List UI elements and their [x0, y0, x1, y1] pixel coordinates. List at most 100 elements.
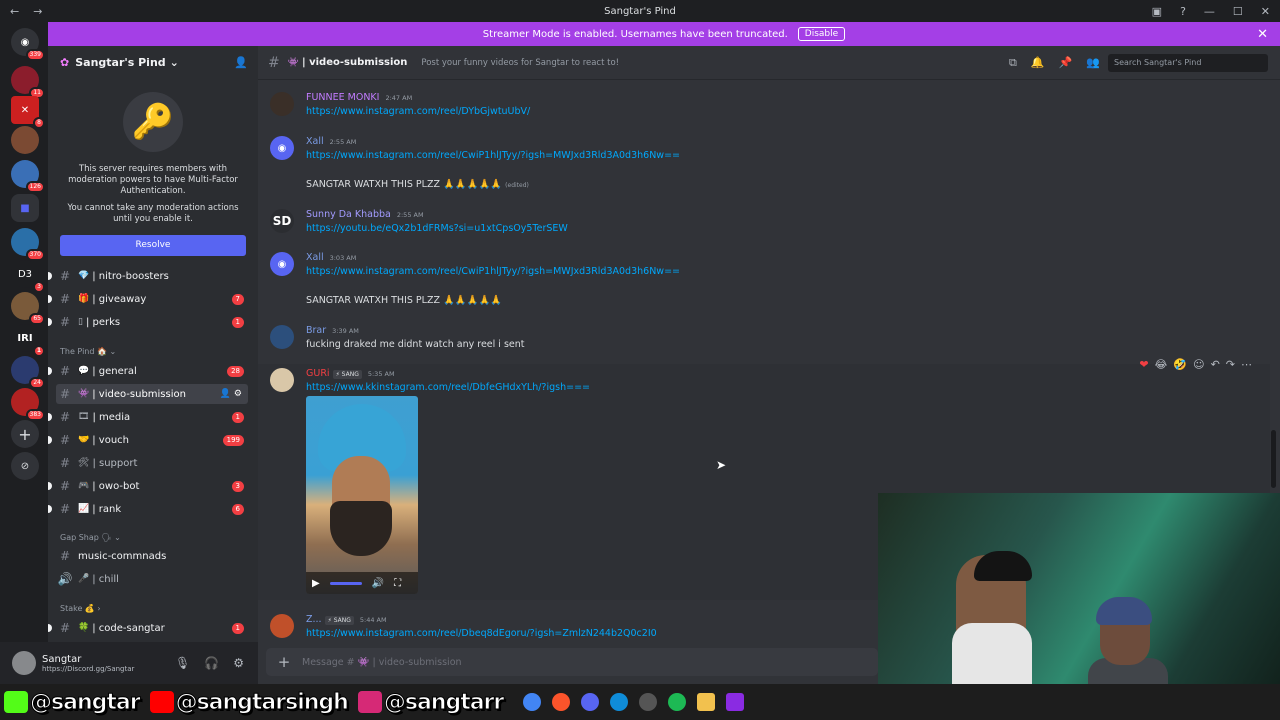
search-input[interactable]: Search Sangtar's Pind: [1108, 54, 1268, 72]
discord-icon[interactable]: [581, 693, 600, 711]
gear-icon[interactable]: ⚙: [233, 656, 244, 670]
settings-icon[interactable]: 👤 ⚙: [220, 389, 242, 399]
channel-item-active[interactable]: # 👾 | video-submission 👤 ⚙: [56, 384, 248, 404]
spotify-icon[interactable]: [668, 693, 687, 711]
laugh-reaction-icon[interactable]: 😂: [1155, 358, 1168, 371]
minimize-icon[interactable]: —: [1204, 5, 1215, 18]
brave-icon[interactable]: [552, 693, 571, 711]
channel-item[interactable]: # music-commnads: [56, 546, 248, 566]
channel-item[interactable]: # 🍀 | code-sangtar 1: [48, 618, 248, 638]
help-icon[interactable]: ?: [1180, 5, 1186, 18]
meta-icon[interactable]: [726, 693, 745, 711]
server-icon[interactable]: IRI 1: [11, 324, 45, 357]
reply-icon[interactable]: ↶: [1211, 358, 1220, 371]
speaker-icon: 🔊: [57, 572, 73, 586]
video-progress-bar[interactable]: [329, 581, 362, 585]
more-options-icon[interactable]: ⋯: [1241, 358, 1252, 371]
category-header[interactable]: Gap Shap 🗣 ⌄: [60, 533, 121, 542]
maximize-icon[interactable]: ☐: [1233, 5, 1243, 18]
key-icon: 🔑: [123, 92, 183, 152]
message-link[interactable]: https://www.kkinstagram.com/reel/DbfeGHd…: [306, 382, 590, 393]
play-icon[interactable]: ▶: [312, 578, 320, 589]
forward-icon[interactable]: ↷: [1226, 358, 1235, 371]
headphones-icon[interactable]: 🎧: [204, 656, 219, 670]
server-icon[interactable]: 383: [11, 388, 45, 421]
rofl-reaction-icon[interactable]: 🤣: [1173, 358, 1187, 371]
message-link[interactable]: https://www.instagram.com/reel/CwiP1hlJT…: [306, 266, 680, 277]
resolve-button[interactable]: Resolve: [60, 235, 246, 256]
file-explorer-icon[interactable]: [697, 693, 716, 711]
message: ◉ Xall 3:03 AM https://www.instagram.com/…: [258, 250, 1270, 314]
channel-item[interactable]: # 🛠 | support: [56, 453, 248, 473]
volume-icon[interactable]: 🔊: [372, 578, 384, 589]
server-header[interactable]: ✿ Sangtar's Pind ⌄ 👤: [48, 46, 258, 78]
voice-channel-item[interactable]: 🔊 🎤 | chill: [56, 569, 248, 589]
avatar[interactable]: [270, 614, 294, 638]
message-input[interactable]: Message # 👾 | video-submission: [302, 657, 462, 668]
chrome-icon[interactable]: [523, 693, 542, 711]
members-icon[interactable]: 👥: [1086, 56, 1100, 70]
inbox-icon[interactable]: ▣: [1152, 5, 1162, 18]
channel-item[interactable]: # 🎁 | giveaway 7: [48, 289, 248, 309]
server-icon[interactable]: 65: [11, 292, 45, 325]
channel-name: | chill: [92, 573, 119, 585]
channel-item[interactable]: # 💬 | general 28: [48, 361, 248, 381]
channel-item[interactable]: # 📈 | rank 6: [48, 499, 248, 519]
author-name[interactable]: Sunny Da Khabba: [306, 209, 391, 220]
close-icon[interactable]: ✕: [1257, 27, 1268, 42]
close-window-icon[interactable]: ✕: [1261, 5, 1270, 18]
scrollbar[interactable]: [1271, 430, 1276, 488]
disable-button[interactable]: Disable: [797, 27, 846, 41]
category-header[interactable]: Stake 💰 ›: [60, 604, 101, 613]
bell-icon[interactable]: 🔔: [1031, 56, 1045, 70]
invite-icon[interactable]: 👤: [234, 56, 248, 69]
category-header[interactable]: The Pind 🏠 ⌄: [60, 347, 116, 356]
channel-item[interactable]: # 🎮 | owo-bot 3: [48, 476, 248, 496]
author-name[interactable]: Brar: [306, 325, 326, 336]
avatar[interactable]: [270, 325, 294, 349]
channel-item[interactable]: # 💎 | nitro-boosters: [48, 266, 248, 286]
channel-item[interactable]: # 🤝 | vouch 199: [48, 430, 248, 450]
server-icon[interactable]: 24: [11, 356, 45, 389]
plus-icon[interactable]: +: [266, 653, 302, 671]
avatar[interactable]: ◉: [270, 252, 294, 276]
author-name[interactable]: Xall: [306, 136, 324, 147]
channel-topic[interactable]: Post your funny videos for Sangtar to re…: [421, 58, 619, 68]
message-link[interactable]: https://www.instagram.com/reel/Dbeq8dEgo…: [306, 628, 657, 639]
threads-icon[interactable]: ⧉: [1009, 56, 1017, 70]
microphone-icon[interactable]: 🎙: [175, 656, 190, 670]
channel-name: | perks: [85, 316, 121, 328]
message-link[interactable]: https://youtu.be/eQx2b1dFRMs?si=u1xtCpsO…: [306, 223, 568, 234]
avatar[interactable]: [270, 92, 294, 116]
author-name[interactable]: GURi: [306, 368, 330, 379]
fullscreen-icon[interactable]: ⛶: [394, 578, 401, 589]
avatar[interactable]: ◉: [270, 136, 294, 160]
author-name[interactable]: Xall: [306, 252, 324, 263]
server-icon[interactable]: ✕ 8: [11, 96, 45, 129]
server-icon[interactable]: D3 3: [11, 260, 45, 293]
server-icon[interactable]: 11: [11, 66, 45, 99]
message-link[interactable]: https://www.instagram.com/reel/DYbGjwtuU…: [306, 106, 530, 117]
add-reaction-icon[interactable]: ☺: [1193, 358, 1204, 371]
discover-icon[interactable]: ⊘: [11, 452, 39, 480]
server-icon[interactable]: [11, 126, 39, 154]
avatar[interactable]: SD: [270, 209, 294, 233]
avatar[interactable]: [12, 651, 36, 675]
channel-item[interactable]: # ▯ | perks 1: [48, 312, 248, 332]
obs-icon[interactable]: [639, 693, 658, 711]
discord-home-icon[interactable]: ◉ 339: [11, 28, 45, 61]
edge-icon[interactable]: [610, 693, 629, 711]
add-server-icon[interactable]: +: [11, 420, 39, 448]
message-composer[interactable]: + Message # 👾 | video-submission: [266, 648, 878, 676]
avatar[interactable]: [270, 368, 294, 392]
video-embed[interactable]: ▶ 🔊 ⛶: [306, 396, 418, 594]
author-name[interactable]: FUNNEE MONKI: [306, 92, 379, 103]
server-icon[interactable]: 126: [11, 160, 45, 193]
message-link[interactable]: https://www.instagram.com/reel/CwiP1hlJT…: [306, 150, 680, 161]
server-icon[interactable]: 370: [11, 228, 45, 261]
heart-reaction-icon[interactable]: ❤: [1139, 358, 1148, 371]
author-name[interactable]: Z...: [306, 614, 322, 625]
pin-icon[interactable]: 📌: [1059, 56, 1073, 70]
folder-icon[interactable]: ■: [11, 194, 39, 222]
channel-item[interactable]: # 🎞 | media 1: [48, 407, 248, 427]
